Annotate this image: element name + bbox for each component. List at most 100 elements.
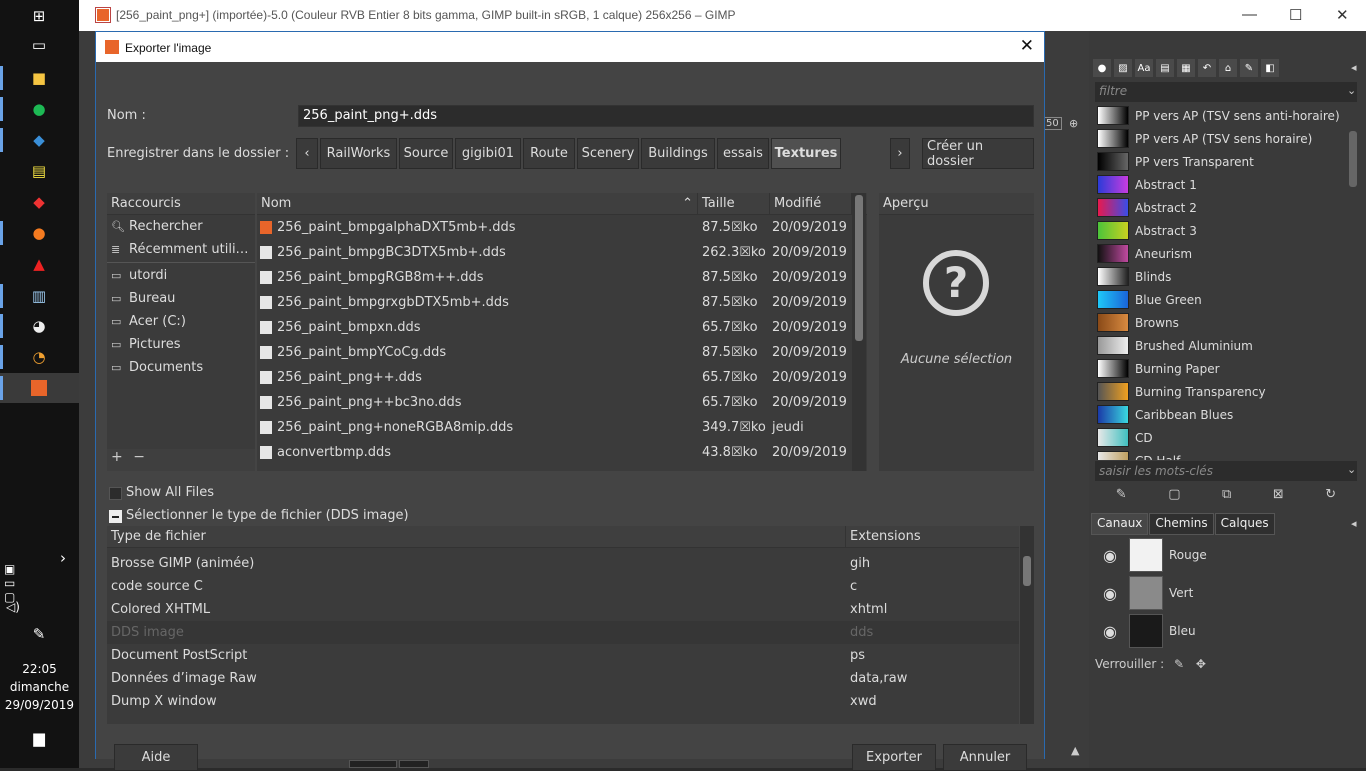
column-name[interactable]: Nom ⌃ bbox=[257, 193, 698, 214]
file-row[interactable]: 256_paint_bmpYCoCg.dds 87.5☒ko 20/09/2019 bbox=[257, 340, 867, 365]
maximize-icon[interactable]: ☐ bbox=[1289, 6, 1302, 24]
scrollbar-thumb[interactable] bbox=[1023, 556, 1031, 586]
file-type-row[interactable]: code source C c bbox=[107, 575, 1019, 598]
file-row[interactable]: 256_paint_bmpgRGB8m++.dds 87.5☒ko 20/09/20… bbox=[257, 265, 867, 290]
help-button[interactable]: Aide bbox=[114, 744, 198, 771]
file-type-row[interactable]: Dump X window xwd bbox=[107, 690, 1019, 713]
new-gradient-icon[interactable]: ▢ bbox=[1168, 487, 1180, 507]
column-modified[interactable]: Modifié bbox=[770, 193, 852, 214]
tab-channels[interactable]: Canaux bbox=[1091, 513, 1149, 535]
gradient-item[interactable]: Brushed Aluminium bbox=[1095, 334, 1357, 357]
tab-paths[interactable]: Chemins bbox=[1149, 513, 1214, 535]
spotify-icon[interactable]: ● bbox=[28, 99, 50, 119]
gradient-tab-icon[interactable]: ◧ bbox=[1261, 59, 1279, 77]
gradient-item[interactable]: Abstract 2 bbox=[1095, 196, 1357, 219]
show-all-files-checkbox[interactable] bbox=[109, 487, 122, 500]
gradient-item[interactable]: PP vers AP (TSV sens anti-horaire) bbox=[1095, 104, 1357, 127]
font-tab-icon[interactable]: Aa bbox=[1135, 59, 1153, 77]
type-list-scrollbar[interactable] bbox=[1020, 526, 1034, 724]
gradient-item[interactable]: Aneurism bbox=[1095, 242, 1357, 265]
volume-icon[interactable]: ◁) bbox=[2, 597, 24, 617]
windows-start-icon[interactable]: ⊞ bbox=[28, 6, 50, 26]
firefox-icon[interactable]: ● bbox=[28, 223, 50, 243]
chevron-down-icon[interactable]: ⌄ bbox=[1347, 463, 1356, 476]
shortcut-recent[interactable]: ≣ Récemment utili… bbox=[107, 238, 255, 261]
tab-layers[interactable]: Calques bbox=[1214, 513, 1275, 535]
gradient-item[interactable]: Caribbean Blues bbox=[1095, 403, 1357, 426]
file-row[interactable]: 256_paint_bmpgBC3DTX5mb+.dds 262.3☒ko 20/0… bbox=[257, 240, 867, 265]
file-row[interactable]: 256_paint_png++.dds 65.7☒ko 20/09/2019 bbox=[257, 365, 867, 390]
refresh-gradient-icon[interactable]: ↻ bbox=[1325, 487, 1336, 507]
lock-pixels-icon[interactable]: ✎ bbox=[1174, 657, 1184, 671]
pattern-tab-icon[interactable]: ▨ bbox=[1114, 59, 1132, 77]
eye-icon[interactable]: ◉ bbox=[1095, 546, 1125, 565]
file-type-row[interactable]: Données d’image Raw data,raw bbox=[107, 667, 1019, 690]
file-type-row[interactable]: Document PostScript ps bbox=[107, 644, 1019, 667]
tray-icons[interactable]: ▣ ▭ ▢ bbox=[4, 562, 26, 604]
file-row[interactable]: 256_paint_bmpgalphaDXT5mb+.dds 87.5☒ko 20/… bbox=[257, 215, 867, 240]
chevron-right-icon[interactable]: › bbox=[52, 548, 74, 568]
gradient-item[interactable]: Abstract 3 bbox=[1095, 219, 1357, 242]
shortcut-pictures[interactable]: ▭ Pictures bbox=[107, 333, 255, 356]
gradient-item[interactable]: Abstract 1 bbox=[1095, 173, 1357, 196]
remove-bookmark-icon[interactable]: − bbox=[133, 449, 145, 465]
channel-row[interactable]: ◉ Bleu bbox=[1095, 612, 1357, 650]
task-view-icon[interactable]: ▭ bbox=[28, 35, 50, 55]
channel-row[interactable]: ◉ Vert bbox=[1095, 574, 1357, 612]
paint-icon[interactable]: ◕ bbox=[28, 316, 50, 336]
app-icon[interactable]: ◆ bbox=[28, 192, 50, 212]
channel-row[interactable]: ◉ Rouge bbox=[1095, 536, 1357, 574]
select-file-type-label[interactable]: Sélectionner le type de fichier (DDS ima… bbox=[126, 508, 409, 523]
shortcut-bureau[interactable]: ▭ Bureau bbox=[107, 287, 255, 310]
notepad-icon[interactable]: ▤ bbox=[28, 161, 50, 181]
gimp-taskbar-item[interactable] bbox=[0, 373, 79, 403]
palette-icon[interactable]: ◔ bbox=[28, 347, 50, 367]
file-type-row[interactable]: Colored XHTML xhtml bbox=[107, 598, 1019, 621]
document-icon[interactable]: ▥ bbox=[28, 286, 50, 306]
column-extensions[interactable]: Extensions bbox=[846, 526, 925, 547]
path-segment-current[interactable]: Textures bbox=[771, 138, 841, 169]
file-row[interactable]: 256_paint_png++bc3no.dds 65.7☒ko 20/09/201… bbox=[257, 390, 867, 415]
gradient-item[interactable]: Browns bbox=[1095, 311, 1357, 334]
file-explorer-icon[interactable]: ■ bbox=[28, 68, 50, 88]
acrobat-icon[interactable]: ▲ bbox=[28, 254, 50, 274]
shield-icon[interactable]: ◆ bbox=[28, 130, 50, 150]
gradient-item[interactable]: PP vers Transparent bbox=[1095, 150, 1357, 173]
file-row[interactable]: aconvertbmp.dds 43.8☒ko 20/09/2019 bbox=[257, 440, 867, 465]
file-type-row[interactable]: Brosse GIMP (animée) gih bbox=[107, 552, 1019, 575]
file-type-row[interactable]: DDS image dds bbox=[107, 621, 1019, 644]
path-segment[interactable]: Route bbox=[523, 138, 575, 169]
path-back-button[interactable]: ‹ bbox=[296, 138, 318, 169]
keywords-input[interactable]: saisir les mots-clés bbox=[1095, 461, 1357, 481]
add-bookmark-icon[interactable]: + bbox=[111, 449, 123, 465]
file-row[interactable]: 256_paint_bmpxn.dds 65.7☒ko 20/09/2019 bbox=[257, 315, 867, 340]
images-tab-icon[interactable]: ▦ bbox=[1177, 59, 1195, 77]
eye-icon[interactable]: ◉ bbox=[1095, 584, 1125, 603]
edit-gradient-icon[interactable]: ✎ bbox=[1116, 487, 1127, 507]
gradient-item[interactable]: Burning Transparency bbox=[1095, 380, 1357, 403]
path-segment[interactable]: essais bbox=[717, 138, 769, 169]
shortcut-search[interactable]: 🔍︎ Rechercher bbox=[107, 215, 255, 238]
gradient-item[interactable]: Burning Paper bbox=[1095, 357, 1357, 380]
path-segment[interactable]: RailWorks bbox=[320, 138, 397, 169]
cancel-button[interactable]: Annuler bbox=[943, 744, 1027, 771]
pen-icon[interactable]: ✎ bbox=[28, 624, 50, 644]
minimize-icon[interactable]: — bbox=[1242, 6, 1257, 23]
close-icon[interactable]: ✕ bbox=[1336, 6, 1349, 24]
scroll-up-icon[interactable]: ▲ bbox=[1071, 744, 1079, 757]
path-forward-button[interactable]: › bbox=[890, 138, 910, 169]
filename-input[interactable]: 256_paint_png+.dds bbox=[298, 105, 1034, 127]
pencil-tab-icon[interactable]: ✎ bbox=[1240, 59, 1258, 77]
lock-position-icon[interactable]: ✥ bbox=[1196, 657, 1206, 671]
gradient-filter-input[interactable]: filtre bbox=[1095, 82, 1357, 102]
shortcut-utordi[interactable]: ▭ utordi bbox=[107, 264, 255, 287]
path-segment[interactable]: Source bbox=[399, 138, 453, 169]
path-segment[interactable]: Scenery bbox=[577, 138, 639, 169]
zoom-icon[interactable]: ⊕ bbox=[1069, 117, 1078, 130]
delete-gradient-icon[interactable]: ⊠ bbox=[1273, 487, 1284, 507]
shortcut-drive-c[interactable]: ▭ Acer (C:) bbox=[107, 310, 255, 333]
close-icon[interactable]: ✕ bbox=[1020, 36, 1034, 56]
file-list-scrollbar[interactable] bbox=[852, 193, 866, 471]
gradient-scrollbar[interactable] bbox=[1349, 131, 1357, 187]
gradient-item[interactable]: CD Half bbox=[1095, 449, 1357, 460]
